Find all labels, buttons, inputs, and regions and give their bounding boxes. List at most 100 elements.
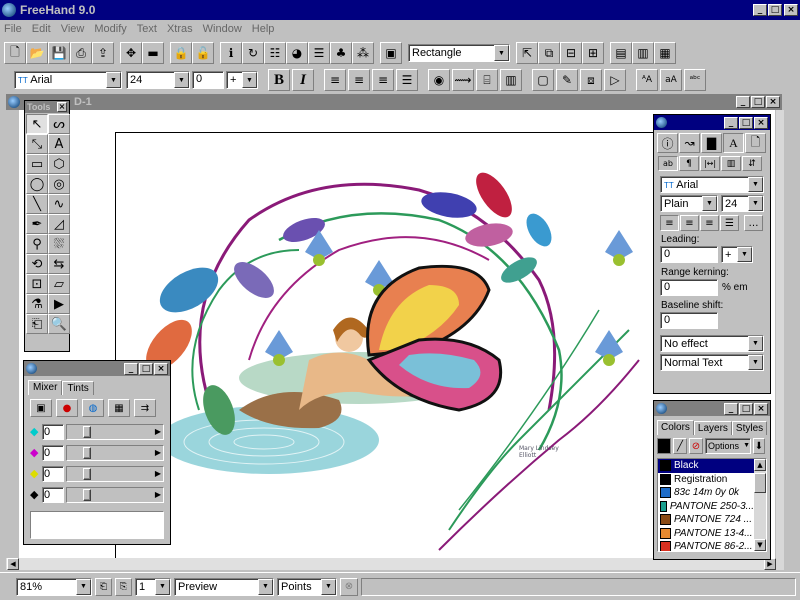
- layers-icon[interactable]: ☰: [308, 42, 330, 64]
- lock-icon[interactable]: 🔒: [170, 42, 192, 64]
- range-kerning-field[interactable]: 0: [660, 279, 718, 296]
- slider-arrow-icon[interactable]: ▶: [155, 490, 161, 499]
- combine-icon[interactable]: ⊞: [582, 42, 604, 64]
- align-icon[interactable]: ☷: [264, 42, 286, 64]
- text-tool-icon[interactable]: A: [48, 134, 70, 154]
- attach-to-path-icon[interactable]: ⟿: [452, 69, 474, 91]
- color-list-item[interactable]: PANTONE 13-4...: [658, 527, 754, 541]
- close-button[interactable]: ×: [784, 4, 798, 16]
- justify-icon[interactable]: ☰: [720, 215, 739, 231]
- none-mode-icon[interactable]: ⊘: [689, 438, 703, 454]
- new-icon[interactable]: 🗋: [4, 42, 26, 64]
- doc-maximize-button[interactable]: □: [751, 96, 765, 108]
- inspector-close-button[interactable]: ×: [754, 116, 768, 129]
- page-tool-icon[interactable]: ⎗: [26, 314, 48, 334]
- leading-unit-select[interactable]: + ▼: [721, 246, 753, 263]
- color-mixer-icon[interactable]: ✥: [120, 42, 142, 64]
- ungroup-icon[interactable]: ⊟: [560, 42, 582, 64]
- colors-maximize-button[interactable]: □: [739, 402, 753, 415]
- rotate-tool-icon[interactable]: ⟲: [26, 254, 48, 274]
- graphic-hose-tool-icon[interactable]: ▶: [48, 294, 70, 314]
- view-mode-select[interactable]: Preview ▼: [174, 577, 274, 596]
- slider-arrow-icon[interactable]: ▶: [155, 427, 161, 436]
- mixer-maximize-button[interactable]: □: [139, 362, 153, 375]
- scroll-thumb[interactable]: [754, 473, 766, 493]
- pointer-tool-icon[interactable]: ↖: [26, 114, 48, 134]
- text-style-select[interactable]: Normal Text ▼: [660, 354, 764, 371]
- tab-layers[interactable]: Layers: [693, 421, 732, 435]
- slider-arrow-icon[interactable]: ▶: [155, 469, 161, 478]
- save-icon[interactable]: 💾: [48, 42, 70, 64]
- flow-inside-path-icon[interactable]: ◉: [428, 69, 450, 91]
- stroke-mode-icon[interactable]: ╱: [673, 438, 687, 454]
- cyan-value-field[interactable]: 0: [42, 423, 64, 440]
- hls-mode-icon[interactable]: ◍: [82, 399, 104, 417]
- spiral-tool-icon[interactable]: ◎: [48, 174, 70, 194]
- find-replace-icon[interactable]: ⁂: [352, 42, 374, 64]
- magenta-value-field[interactable]: 0: [42, 444, 64, 461]
- color-list-item[interactable]: 83c 14m 0y 0k: [658, 486, 754, 500]
- front-icon[interactable]: ▦: [654, 42, 676, 64]
- adjust-columns-subtab-icon[interactable]: ⇵: [742, 156, 762, 171]
- inspector-font-select[interactable]: TT Arial ▼: [660, 176, 764, 193]
- align-left-icon[interactable]: ≡: [324, 69, 346, 91]
- scroll-down-icon[interactable]: ▼: [754, 539, 766, 551]
- doc-minimize-button[interactable]: _: [736, 96, 750, 108]
- color-list-item[interactable]: Registration: [658, 473, 754, 487]
- pen-tool-icon[interactable]: ✒: [26, 214, 48, 234]
- mixer-close-button[interactable]: ×: [154, 362, 168, 375]
- scale-tool-icon[interactable]: ⊡: [26, 274, 48, 294]
- text-wrap-icon[interactable]: ▢: [532, 69, 554, 91]
- text-case-upper-icon[interactable]: ᴬA: [636, 69, 658, 91]
- color-list-item[interactable]: PANTONE 86-2...: [658, 540, 754, 551]
- zoom-tool-icon[interactable]: 🔍: [48, 314, 70, 334]
- magenta-slider[interactable]: ▶: [66, 444, 164, 461]
- text-inspector-tab-icon[interactable]: A: [723, 133, 744, 153]
- transform-icon[interactable]: ↻: [242, 42, 264, 64]
- tools-close-button[interactable]: ×: [57, 102, 67, 112]
- align-center-icon[interactable]: ≡: [680, 215, 699, 231]
- more-options-icon[interactable]: …: [744, 215, 763, 231]
- color-list-item[interactable]: PANTONE 724 ...: [658, 513, 754, 527]
- fill-inspector-tab-icon[interactable]: ▇: [701, 133, 722, 153]
- menu-modify[interactable]: Modify: [94, 23, 126, 35]
- spacing-subtab-icon[interactable]: |↔|: [700, 156, 720, 171]
- symbol-icon[interactable]: ▣: [380, 42, 402, 64]
- next-page-icon[interactable]: ⎘: [115, 577, 132, 596]
- align-left-icon[interactable]: ≡: [660, 215, 679, 231]
- yellow-slider[interactable]: ▶: [66, 465, 164, 482]
- slider-arrow-icon[interactable]: ▶: [155, 448, 161, 457]
- export-icon[interactable]: ⇪: [92, 42, 114, 64]
- mixer-minimize-button[interactable]: _: [124, 362, 138, 375]
- run-around-icon[interactable]: ▷: [604, 69, 626, 91]
- detach-from-path-icon[interactable]: ⌸: [476, 69, 498, 91]
- lasso-tool-icon[interactable]: ᔕ: [48, 114, 70, 134]
- tab-styles[interactable]: Styles: [731, 421, 768, 435]
- knife-tool-icon[interactable]: ⚲: [26, 234, 48, 254]
- stroke-inspector-tab-icon[interactable]: ↝: [679, 133, 700, 153]
- vertical-scrollbar[interactable]: [776, 110, 784, 570]
- tab-tints[interactable]: Tints: [62, 381, 94, 395]
- polygon-tool-icon[interactable]: ⬡: [48, 154, 70, 174]
- italic-button[interactable]: I: [292, 69, 314, 91]
- arrange-icon[interactable]: ⇱: [516, 42, 538, 64]
- inspector-minimize-button[interactable]: _: [724, 116, 738, 129]
- tab-mixer[interactable]: Mixer: [28, 380, 63, 395]
- mixer-color-preview[interactable]: [30, 511, 164, 539]
- open-icon[interactable]: 📂: [26, 42, 48, 64]
- cancel-render-icon[interactable]: ⊗: [340, 577, 358, 596]
- ellipse-tool-icon[interactable]: ◯: [26, 174, 48, 194]
- menu-window[interactable]: Window: [203, 23, 242, 35]
- menu-edit[interactable]: Edit: [32, 23, 51, 35]
- document-inspector-tab-icon[interactable]: 🗋: [745, 133, 766, 153]
- trace-tool-icon[interactable]: ⛆: [48, 234, 70, 254]
- library-icon[interactable]: ♣: [330, 42, 352, 64]
- columns-subtab-icon[interactable]: ▥: [721, 156, 741, 171]
- cmyk-mode-icon[interactable]: ▣: [30, 399, 52, 417]
- cyan-slider[interactable]: ▶: [66, 423, 164, 440]
- units-select[interactable]: Points ▼: [277, 577, 337, 596]
- align-right-icon[interactable]: ≡: [700, 215, 719, 231]
- link-icon[interactable]: ⧈: [580, 69, 602, 91]
- options-menu[interactable]: Options ▼: [705, 438, 751, 454]
- colors-close-button[interactable]: ×: [754, 402, 768, 415]
